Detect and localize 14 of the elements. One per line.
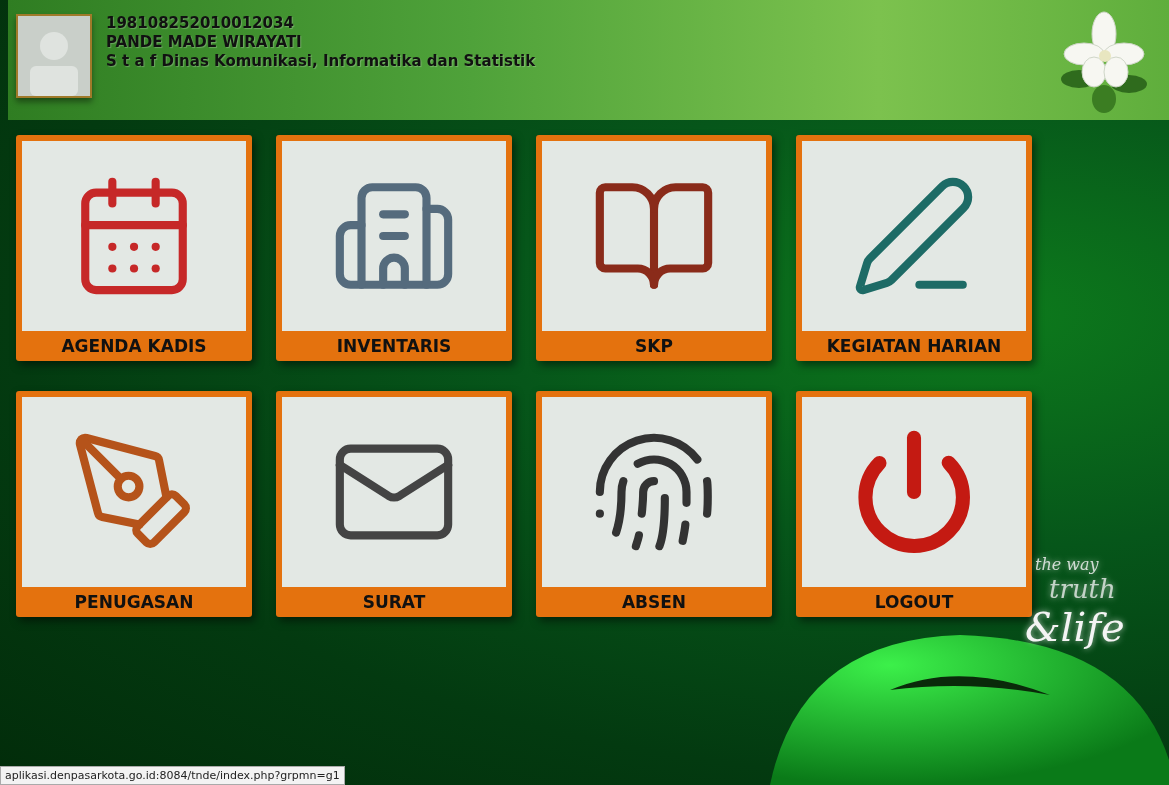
menu-tile[interactable]: AGENDA KADIS — [16, 135, 252, 361]
menu-tile[interactable]: ABSEN — [536, 391, 772, 617]
status-url: aplikasi.denpasarkota.go.id:8084/tnde/index.php?grpmn=g1 — [0, 766, 345, 785]
menu-tile[interactable]: LOGOUT — [796, 391, 1032, 617]
menu-tile[interactable]: INVENTARIS — [276, 135, 512, 361]
menu-tile[interactable]: PENUGASAN — [16, 391, 252, 617]
employee-position: S t a f Dinas Komunikasi, Informatika dan Statistik — [106, 52, 536, 71]
menu-tile[interactable]: KEGIATAN HARIAN — [796, 135, 1032, 361]
menu-tile[interactable]: SURAT — [276, 391, 512, 617]
employee-name: PANDE MADE WIRAYATI — [106, 33, 303, 52]
employee-id: 198108252010012034 — [106, 14, 295, 33]
menu-tile[interactable]: SKP — [536, 135, 772, 361]
slogan-text: the way — [1035, 555, 1099, 574]
slogan-text: truth — [1049, 574, 1116, 604]
